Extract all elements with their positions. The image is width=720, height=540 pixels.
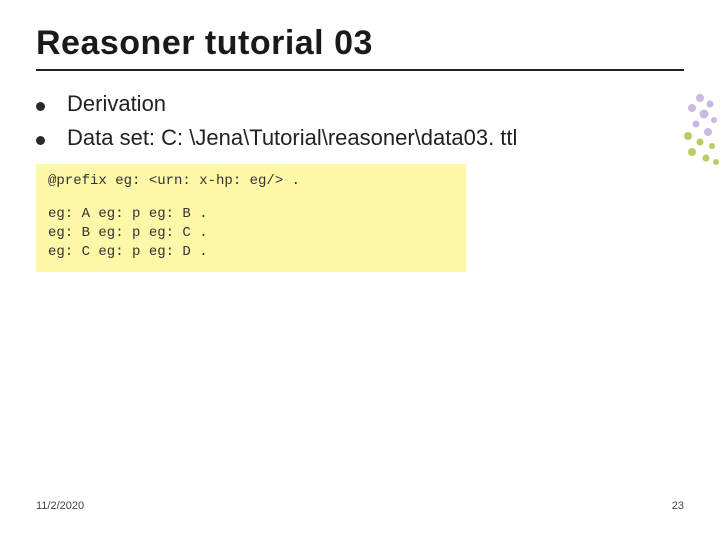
list-item: Data set: C: \Jena\Tutorial\reasoner\dat…	[36, 123, 684, 153]
bullet-list: Derivation Data set: C: \Jena\Tutorial\r…	[36, 89, 684, 152]
code-block: @prefix eg: <urn: x-hp: eg/> . eg: A eg:…	[36, 164, 466, 272]
code-line: eg: C eg: p eg: D .	[48, 243, 454, 262]
code-line: eg: B eg: p eg: C .	[48, 224, 454, 243]
bullet-text: Derivation	[67, 89, 166, 119]
title-area: Reasoner tutorial 03	[36, 24, 684, 71]
code-blank-line	[48, 191, 454, 205]
slide-title: Reasoner tutorial 03	[36, 24, 684, 63]
bullet-text: Data set: C: \Jena\Tutorial\reasoner\dat…	[67, 123, 517, 153]
footer-page-number: 23	[672, 500, 684, 512]
slide: Reasoner tutorial 03 Derivation Da	[0, 0, 720, 540]
bullet-icon	[36, 102, 45, 111]
list-item: Derivation	[36, 89, 684, 119]
code-line: @prefix eg: <urn: x-hp: eg/> .	[48, 172, 454, 191]
bullet-icon	[36, 136, 45, 145]
footer-date: 11/2/2020	[36, 500, 84, 512]
code-line: eg: A eg: p eg: B .	[48, 205, 454, 224]
